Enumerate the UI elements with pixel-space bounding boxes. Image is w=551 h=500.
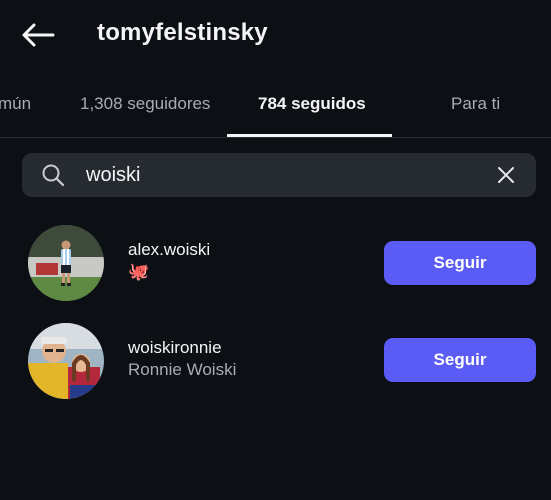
avatar[interactable] (28, 323, 104, 399)
active-tab-indicator (227, 134, 392, 137)
close-icon[interactable] (494, 163, 518, 187)
tab-for-you[interactable]: Para ti (451, 94, 500, 114)
tab-bar: mún 1,308 seguidores 784 seguidos Para t… (0, 82, 551, 138)
top-bar: tomyfelstinsky (0, 0, 551, 70)
search-icon (42, 164, 65, 187)
avatar[interactable] (28, 225, 104, 301)
profile-username: tomyfelstinsky (97, 19, 268, 46)
result-subtitle: 🐙 (128, 262, 150, 281)
search-input[interactable] (86, 160, 476, 190)
search-bar (22, 153, 536, 197)
follow-button[interactable]: Seguir (384, 338, 536, 382)
arrow-left-icon (22, 23, 55, 47)
result-subtitle: Ronnie Woiski (128, 360, 237, 379)
result-username: alex.woiski (128, 240, 211, 259)
tab-following[interactable]: 784 seguidos (258, 94, 366, 114)
following-list-screen: tomyfelstinsky mún 1,308 seguidores 784 … (0, 0, 551, 500)
follow-button[interactable]: Seguir (384, 241, 536, 285)
tab-followers[interactable]: 1,308 seguidores (80, 94, 210, 114)
tab-mutual[interactable]: mún (0, 94, 31, 114)
list-item[interactable]: woiskironnie Ronnie Woiski Seguir (0, 318, 551, 404)
back-button[interactable] (18, 17, 58, 53)
list-item[interactable]: alex.woiski 🐙 Seguir (0, 220, 551, 306)
result-username: woiskironnie (128, 338, 222, 357)
